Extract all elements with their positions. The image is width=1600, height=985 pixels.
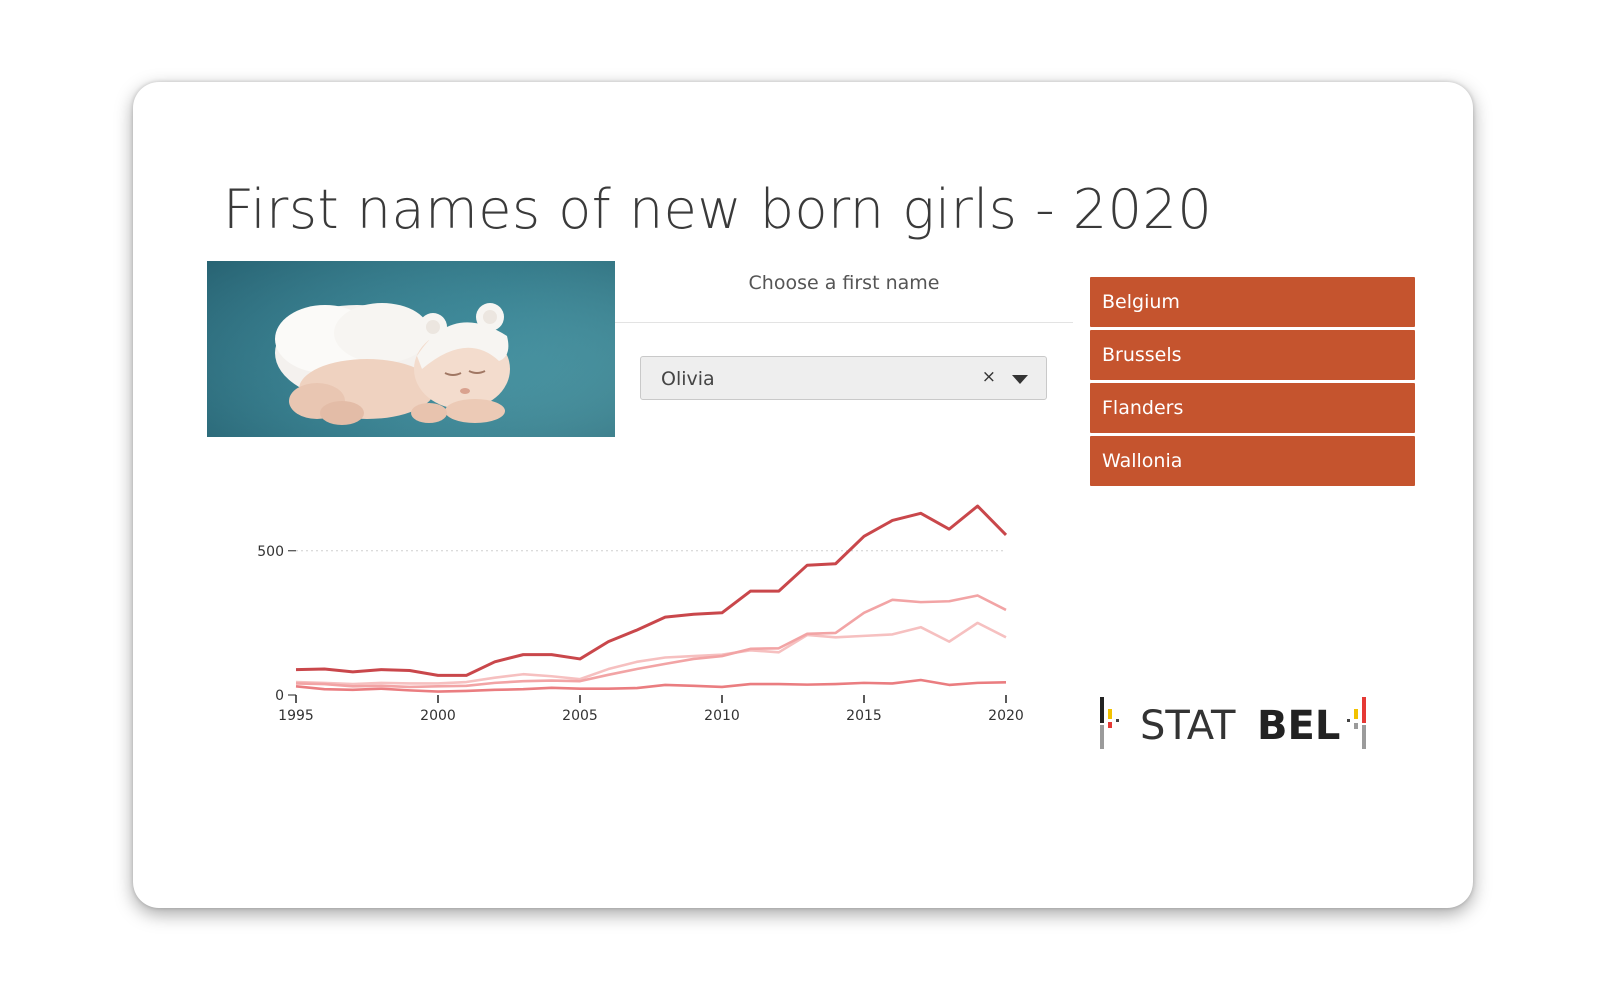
y-tick-label: 0 (275, 688, 284, 704)
series-line-3 (295, 621, 1007, 686)
logo-text-bel: BEL (1257, 703, 1340, 749)
first-name-select[interactable]: Olivia × (640, 356, 1047, 400)
region-button-belgium[interactable]: Belgium (1090, 277, 1415, 327)
x-tick-label: 2000 (420, 708, 456, 724)
caret-down-icon[interactable] (1012, 375, 1028, 384)
logo-text-stat: STAT (1140, 703, 1236, 749)
y-tick-label: 500 (257, 544, 284, 560)
series-line-1 (295, 504, 1008, 677)
x-tick-label: 1995 (278, 708, 314, 724)
region-button-wallonia[interactable]: Wallonia (1090, 436, 1415, 486)
region-list: Belgium Brussels Flanders Wallonia (1090, 277, 1415, 489)
region-button-brussels[interactable]: Brussels (1090, 330, 1415, 380)
page-title: First names of new born girls - 2020 (223, 178, 1213, 241)
divider (615, 322, 1073, 323)
x-tick-label: 2010 (704, 708, 740, 724)
series-line-2 (295, 594, 1007, 689)
region-button-flanders[interactable]: Flanders (1090, 383, 1415, 433)
statbel-logo: STAT BEL (1100, 697, 1366, 749)
x-tick-label: 2005 (562, 708, 598, 724)
name-trend-chart: 0 500 1995 2000 2005 2010 2015 2020 (257, 504, 1024, 724)
filter-label: Choose a first name (748, 272, 940, 294)
clear-icon[interactable]: × (982, 367, 996, 387)
x-tick-label: 2020 (988, 708, 1024, 724)
x-tick-label: 2015 (846, 708, 882, 724)
newborn-photo (207, 261, 615, 437)
selected-name: Olivia (661, 368, 715, 390)
sleeping-baby-illustration (207, 261, 615, 437)
